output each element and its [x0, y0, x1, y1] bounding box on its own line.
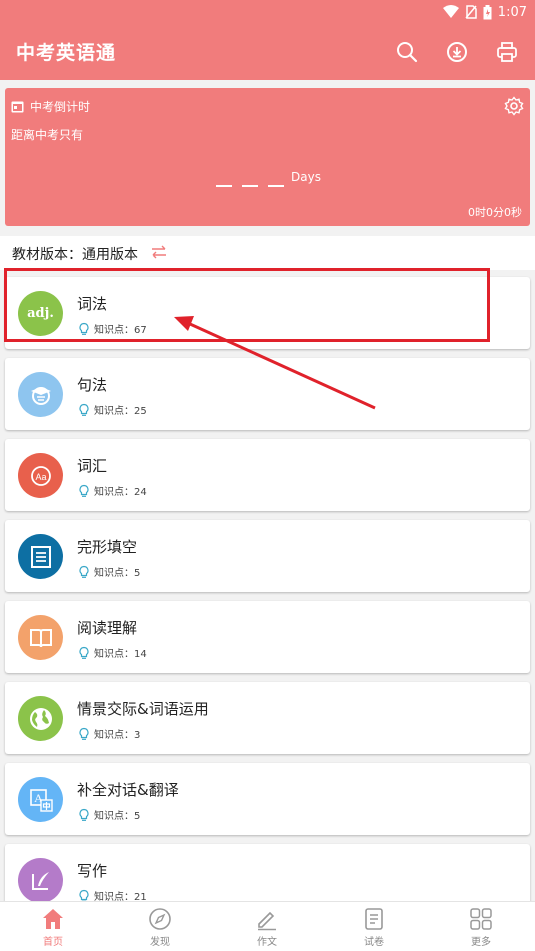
graduate-icon: [18, 372, 63, 417]
globe-icon: [18, 696, 63, 741]
battery-icon: [483, 4, 492, 19]
knowledge-count-text: 知识点：5: [94, 568, 141, 579]
lightbulb-icon: [79, 484, 89, 497]
lightbulb-icon: [79, 565, 89, 578]
no-sim-icon: [465, 5, 477, 19]
svg-text:Aa: Aa: [35, 472, 46, 482]
compass-icon: [149, 908, 171, 930]
nav-exam-papers-label: 试卷: [364, 937, 384, 948]
app-title: 中考英语通: [16, 42, 117, 64]
list-item-syntax[interactable]: 句法 知识点：25: [5, 358, 530, 430]
download-button[interactable]: [441, 36, 473, 68]
search-icon: [397, 42, 418, 63]
knowledge-count: 知识点：14: [77, 645, 147, 660]
knowledge-count-text: 知识点：5: [94, 811, 141, 822]
status-bar: 1:07: [0, 0, 535, 24]
nav-discover-label: 发现: [150, 937, 170, 948]
countdown-card: 中考倒计时 距离中考只有 Days 0时0分0秒: [5, 88, 530, 226]
nav-essay-label: 作文: [257, 937, 277, 948]
home-icon: [43, 909, 63, 929]
knowledge-count-text: 知识点：3: [94, 730, 141, 741]
knowledge-count: 知识点：5: [77, 564, 140, 579]
countdown-settings-button[interactable]: [504, 96, 524, 120]
printer-icon: [497, 42, 517, 62]
textbook-version-bar[interactable]: 教材版本：通用版本: [0, 236, 535, 270]
textbook-version-label: 教材版本：通用版本: [12, 247, 138, 263]
bottom-nav: 首页 发现 作文 试卷 更多: [0, 901, 535, 951]
grid-icon: [470, 908, 492, 930]
list-item-title: 补全对话&翻译: [77, 781, 179, 799]
nav-exam-papers[interactable]: 试卷: [344, 907, 404, 948]
status-icons: 1:07: [442, 3, 527, 21]
knowledge-count: 知识点：24: [77, 483, 147, 498]
document-icon: [18, 534, 63, 579]
knowledge-count: 知识点：5: [77, 807, 140, 822]
nav-home-label: 首页: [43, 937, 63, 948]
list-item-vocabulary[interactable]: Aa 词汇 知识点：24: [5, 439, 530, 511]
list-item-dialogue-translation[interactable]: A 补全对话&翻译 知识点：5: [5, 763, 530, 835]
countdown-title: 中考倒计时: [30, 100, 91, 114]
status-time: 1:07: [497, 4, 527, 20]
paper-icon: [365, 908, 383, 930]
lightbulb-icon: [79, 646, 89, 659]
knowledge-count: 知识点：3: [77, 726, 140, 741]
countdown-timer: 0时0分0秒: [468, 206, 522, 219]
list-item-communication[interactable]: 情景交际&词语运用 知识点：3: [5, 682, 530, 754]
pencil-icon: [258, 911, 276, 931]
list-item-title: 情景交际&词语运用: [77, 700, 209, 718]
app-bar: 中考英语通: [0, 24, 535, 80]
countdown-subtitle: 距离中考只有: [11, 128, 84, 142]
nav-more[interactable]: 更多: [451, 907, 511, 948]
search-button[interactable]: [391, 36, 423, 68]
list-item-cloze[interactable]: 完形填空 知识点：5: [5, 520, 530, 592]
calendar-icon: [11, 101, 24, 113]
lightbulb-icon: [79, 727, 89, 740]
knowledge-count: 知识点：25: [77, 402, 147, 417]
font-icon: Aa: [18, 453, 63, 498]
download-icon: [447, 42, 467, 62]
list-item-title: 写作: [77, 862, 108, 880]
translate-icon: A: [18, 777, 63, 822]
list-item-title: 词汇: [77, 457, 108, 475]
nav-more-label: 更多: [471, 937, 491, 948]
knowledge-count-text: 知识点：14: [94, 649, 147, 660]
swap-icon[interactable]: [150, 243, 168, 261]
wifi-icon: [442, 5, 459, 18]
knowledge-count-text: 知识点：24: [94, 487, 147, 498]
gear-icon: [504, 96, 524, 116]
lightbulb-icon: [79, 808, 89, 821]
nav-discover[interactable]: 发现: [130, 907, 190, 948]
list-item-title: 句法: [77, 376, 108, 394]
book-icon: [18, 615, 63, 660]
print-button[interactable]: [491, 36, 523, 68]
lightbulb-icon: [79, 403, 89, 416]
app-actions: [391, 36, 523, 68]
countdown-days-label: Days: [291, 170, 321, 184]
countdown-header: 中考倒计时: [11, 98, 90, 115]
annotation-highlight-box: [4, 268, 490, 342]
list-item-title: 完形填空: [77, 538, 138, 556]
list-item-reading[interactable]: 阅读理解 知识点：14: [5, 601, 530, 673]
quill-icon: [18, 858, 63, 903]
knowledge-count-text: 知识点：25: [94, 406, 147, 417]
nav-home[interactable]: 首页: [23, 907, 83, 948]
nav-essay[interactable]: 作文: [237, 907, 297, 948]
list-item-title: 阅读理解: [77, 619, 138, 637]
countdown-days-placeholder: [216, 185, 284, 187]
